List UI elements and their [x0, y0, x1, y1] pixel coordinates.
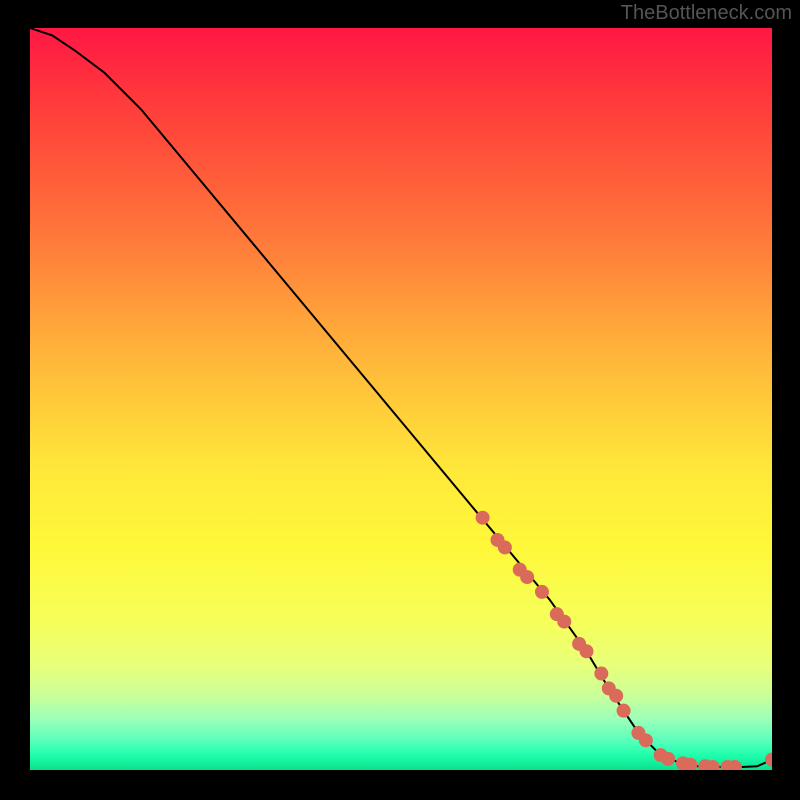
chart-marker: [639, 733, 653, 747]
chart-marker: [617, 704, 631, 718]
chart-marker: [535, 585, 549, 599]
plot-area: [30, 28, 772, 770]
chart-marker: [594, 667, 608, 681]
chart-curve: [30, 28, 772, 767]
chart-marker: [557, 615, 571, 629]
chart-marker: [765, 753, 772, 767]
watermark-text: TheBottleneck.com: [621, 2, 792, 25]
chart-marker: [476, 511, 490, 525]
chart-marker: [498, 540, 512, 554]
chart-marker: [580, 644, 594, 658]
chart-marker: [609, 689, 623, 703]
chart-overlay-svg: [30, 28, 772, 770]
chart-marker: [520, 570, 534, 584]
chart-markers-group: [476, 511, 772, 770]
chart-marker: [661, 752, 675, 766]
